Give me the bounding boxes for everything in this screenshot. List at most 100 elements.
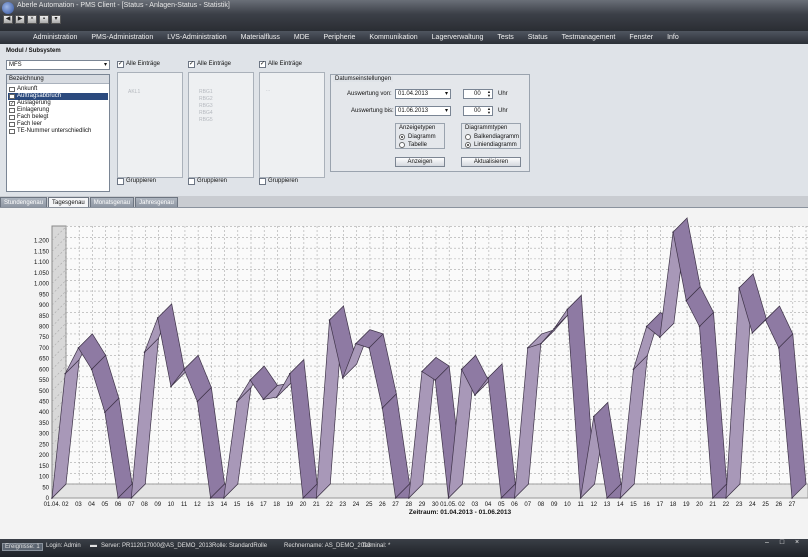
menu-item-mde[interactable]: MDE <box>287 34 317 41</box>
data-point <box>130 497 133 499</box>
checkbox[interactable] <box>9 115 15 120</box>
list-item[interactable]: Einlagerung <box>8 107 108 114</box>
rbg-list[interactable]: RBG1 RBG2 RBG3 RBG4 RBG5 <box>188 72 254 178</box>
x-tick-label: 26 <box>379 502 386 508</box>
menu-item-kommunikation[interactable]: Kommunikation <box>362 34 424 41</box>
bezeichnung-list[interactable]: Bezeichnung Ankunft Auftragsabbruch ✓ Aus… <box>6 74 110 192</box>
data-point <box>117 497 119 499</box>
from-date-field[interactable]: 01.04.2013 ▾ <box>395 89 451 99</box>
gruppieren-checkbox-1[interactable] <box>117 178 124 185</box>
alle-eintraege-checkbox-2[interactable]: ✓ <box>188 61 195 68</box>
x-tick-label: 01.04. <box>44 502 61 508</box>
list-item[interactable]: RBG3 <box>199 103 213 109</box>
menu-item-materialfluss[interactable]: Materialfluss <box>234 34 287 41</box>
list-item[interactable]: Ankunft <box>8 86 108 93</box>
list-item[interactable]: TE-Nummer unterschiedlich <box>8 128 108 135</box>
menu-item-tests[interactable]: Tests <box>490 34 520 41</box>
close-button[interactable]: × <box>790 539 804 548</box>
calendar-dropdown-icon[interactable]: ▾ <box>445 107 448 115</box>
gruppieren-checkbox-2[interactable] <box>188 178 195 185</box>
menu-item-peripherie[interactable]: Peripherie <box>316 34 362 41</box>
y-tick-label: 800 <box>39 324 50 330</box>
chart-floor <box>50 483 808 499</box>
x-tick-label: 22 <box>723 502 730 508</box>
close-doc-icon[interactable]: × <box>27 15 37 24</box>
list-item[interactable]: Auftragsabbruch <box>8 93 108 100</box>
checkbox-checked[interactable]: ✓ <box>9 101 15 107</box>
list-item[interactable]: RBG5 <box>199 117 213 123</box>
x-tick-label: 01.05. <box>440 502 457 508</box>
list-item[interactable]: Fach belegt <box>8 114 108 121</box>
chevron-down-icon: ▾ <box>103 62 107 68</box>
spinner-arrows-icon[interactable]: ▲ ▼ <box>487 107 491 115</box>
gruppieren-label: Gruppieren <box>126 178 157 184</box>
list-item[interactable]: RBG1 <box>199 89 213 95</box>
menu-item-administration[interactable]: Administration <box>26 34 84 41</box>
tab-stundengenau[interactable]: Stundengenau <box>0 197 48 207</box>
app-logo-icon <box>2 2 14 14</box>
x-tick-label: 25 <box>366 502 373 508</box>
anzeigen-button[interactable]: Anzeigen <box>395 157 445 167</box>
data-point <box>474 394 476 396</box>
list-item[interactable]: RBG4 <box>199 110 213 116</box>
dropdown-icon[interactable]: ▾ <box>51 15 61 24</box>
checkbox[interactable] <box>9 129 15 134</box>
tab-monatsgenau[interactable]: Monatsgenau <box>89 197 135 207</box>
data-point <box>236 400 238 403</box>
menu-item-pms-administration[interactable]: PMS-Administration <box>84 34 160 41</box>
checkbox[interactable] <box>9 94 15 99</box>
alle-eintraege-label: Alle Einträge <box>197 61 232 67</box>
forward-icon[interactable]: ▶ <box>15 15 25 24</box>
y-tick-label: 400 <box>39 410 50 416</box>
menu-item-lvs-administration[interactable]: LVS-Administration <box>160 34 233 41</box>
data-point <box>341 377 344 379</box>
list-item[interactable]: ✓ Auslagerung <box>8 100 108 107</box>
radio-diagramm[interactable] <box>399 134 405 140</box>
list-item[interactable]: RBG2 <box>199 96 213 102</box>
data-point <box>90 368 93 371</box>
data-point <box>289 372 291 375</box>
module-select[interactable]: MFS ▾ <box>6 60 110 70</box>
x-tick-label: 17 <box>260 502 267 508</box>
list-item[interactable]: ... <box>266 87 270 93</box>
module-value: MFS <box>9 62 22 68</box>
menu-item-info[interactable]: Info <box>660 34 686 41</box>
back-icon[interactable]: ◀ <box>3 15 13 24</box>
subsystem-list[interactable]: ... <box>259 72 325 178</box>
radio-liniendiagramm[interactable] <box>465 142 471 148</box>
aktualisieren-button[interactable]: Aktualisieren <box>461 157 521 167</box>
menu-item-lagerverwaltung[interactable]: Lagerverwaltung <box>425 34 491 41</box>
x-tick-label: 09 <box>154 502 161 508</box>
radio-label: Liniendiagramm <box>474 142 517 148</box>
radio-tabelle[interactable] <box>399 142 405 148</box>
menu-item-testmanagement[interactable]: Testmanagement <box>555 34 623 41</box>
x-tick-label: 06 <box>115 502 122 508</box>
maximize-button[interactable]: □ <box>775 539 789 548</box>
ereignisse-badge[interactable]: Ereignisse: 1 <box>2 543 43 551</box>
hour-to-spinner[interactable]: 00 ▲ ▼ <box>463 106 493 116</box>
gruppieren-checkbox-3[interactable] <box>259 178 266 185</box>
checkbox[interactable] <box>9 108 15 113</box>
data-point <box>619 497 622 499</box>
alle-eintraege-checkbox-3[interactable]: ✓ <box>259 61 266 68</box>
list-item[interactable]: Fach leer <box>8 121 108 128</box>
list-item[interactable]: AKL1 <box>128 89 140 95</box>
data-point <box>262 398 265 401</box>
menu-item-status[interactable]: Status <box>521 34 555 41</box>
spinner-arrows-icon[interactable]: ▲ ▼ <box>487 90 491 98</box>
menu-item-fenster[interactable]: Fenster <box>622 34 660 41</box>
to-date-field[interactable]: 01.06.2013 ▾ <box>395 106 451 116</box>
save-icon[interactable]: ▪ <box>39 15 49 24</box>
minimize-button[interactable]: – <box>760 539 774 548</box>
y-tick-label: 1.050 <box>34 271 50 277</box>
tab-jahresgenau[interactable]: Jahresgenau <box>135 197 178 207</box>
calendar-dropdown-icon[interactable]: ▾ <box>445 90 448 98</box>
radio-balkendiagramm[interactable] <box>465 134 471 140</box>
hour-from-spinner[interactable]: 00 ▲ ▼ <box>463 89 493 99</box>
akl-list[interactable]: AKL1 <box>117 72 183 178</box>
alle-eintraege-checkbox-1[interactable]: ✓ <box>117 61 124 68</box>
x-tick-label: 24 <box>749 502 756 508</box>
checkbox[interactable] <box>9 87 15 92</box>
checkbox[interactable] <box>9 122 15 127</box>
data-point <box>791 497 793 499</box>
